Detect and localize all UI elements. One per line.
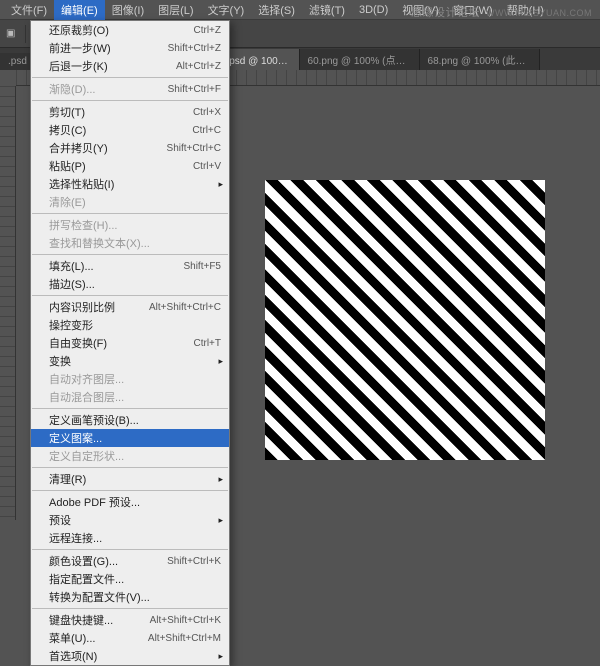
- menu-item: 自动混合图层...: [31, 388, 229, 406]
- menu-item[interactable]: 定义图案...: [31, 429, 229, 447]
- menu-item-shortcut: Ctrl+V: [193, 161, 221, 172]
- menu-item-label: 查找和替换文本(X)...: [49, 235, 221, 251]
- menu-item-label: 预设: [49, 512, 221, 528]
- menu-item-shortcut: Shift+Ctrl+Z: [168, 43, 221, 54]
- menu-item-label: 键盘快捷键...: [49, 612, 150, 628]
- menu-item-shortcut: Shift+Ctrl+F: [168, 84, 221, 95]
- menu-编辑E[interactable]: 编辑(E): [54, 0, 105, 20]
- menu-item[interactable]: 填充(L)...Shift+F5: [31, 257, 229, 275]
- menu-item: 清除(E): [31, 193, 229, 211]
- menu-item-label: 变换: [49, 353, 221, 369]
- menu-item[interactable]: 剪切(T)Ctrl+X: [31, 103, 229, 121]
- menu-item-shortcut: Ctrl+X: [193, 107, 221, 118]
- menu-item[interactable]: 拷贝(C)Ctrl+C: [31, 121, 229, 139]
- menu-item: 渐隐(D)...Shift+Ctrl+F: [31, 80, 229, 98]
- menu-item[interactable]: 菜单(U)...Alt+Shift+Ctrl+M: [31, 629, 229, 647]
- menu-item-label: 内容识别比例: [49, 299, 149, 315]
- menu-item-label: 后退一步(K): [49, 58, 176, 74]
- menu-item-label: 首选项(N): [49, 648, 221, 664]
- menu-item-label: 剪切(T): [49, 104, 193, 120]
- edit-menu-dropdown: 还原裁剪(O)Ctrl+Z前进一步(W)Shift+Ctrl+Z后退一步(K)A…: [30, 20, 230, 666]
- menu-item-label: 选择性粘贴(I): [49, 176, 221, 192]
- menu-item-shortcut: Shift+Ctrl+C: [167, 143, 221, 154]
- tool-icon: ▣: [6, 28, 15, 39]
- menu-item-label: 自动混合图层...: [49, 389, 221, 405]
- canvas-content-stripes: [265, 180, 545, 460]
- menu-item-label: 转换为配置文件(V)...: [49, 589, 221, 605]
- menu-item[interactable]: 选择性粘贴(I): [31, 175, 229, 193]
- menu-item-label: 指定配置文件...: [49, 571, 221, 587]
- menu-item-shortcut: Alt+Shift+Ctrl+K: [150, 615, 221, 626]
- menu-item-label: 定义图案...: [49, 430, 221, 446]
- menu-item-shortcut: Shift+F5: [183, 261, 221, 272]
- menu-item[interactable]: 后退一步(K)Alt+Ctrl+Z: [31, 57, 229, 75]
- menu-item[interactable]: 粘贴(P)Ctrl+V: [31, 157, 229, 175]
- menu-item-label: 菜单(U)...: [49, 630, 148, 646]
- menu-item-label: 前进一步(W): [49, 40, 168, 56]
- menu-item[interactable]: 远程连接...: [31, 529, 229, 547]
- menu-item: 查找和替换文本(X)...: [31, 234, 229, 252]
- menu-item-label: 合并拷贝(Y): [49, 140, 167, 156]
- menu-item-shortcut: Alt+Ctrl+Z: [176, 61, 221, 72]
- menu-item-label: 拷贝(C): [49, 122, 192, 138]
- menu-item-label: 自动对齐图层...: [49, 371, 221, 387]
- menu-item-label: 还原裁剪(O): [49, 22, 194, 38]
- menu-item[interactable]: 定义画笔预设(B)...: [31, 411, 229, 429]
- menu-item[interactable]: 首选项(N): [31, 647, 229, 665]
- menu-item[interactable]: 清理(R): [31, 470, 229, 488]
- menu-item[interactable]: 前进一步(W)Shift+Ctrl+Z: [31, 39, 229, 57]
- menu-滤镜T[interactable]: 滤镜(T): [302, 0, 352, 20]
- menu-item-shortcut: Ctrl+Z: [194, 25, 222, 36]
- menu-item-label: Adobe PDF 预设...: [49, 494, 221, 510]
- menu-item[interactable]: 合并拷贝(Y)Shift+Ctrl+C: [31, 139, 229, 157]
- document-tab[interactable]: 68.png @ 100% (此处...: [420, 49, 540, 70]
- menu-item[interactable]: 转换为配置文件(V)...: [31, 588, 229, 606]
- menu-图层L[interactable]: 图层(L): [151, 0, 200, 20]
- menu-item: 拼写检查(H)...: [31, 216, 229, 234]
- menu-选择S[interactable]: 选择(S): [251, 0, 302, 20]
- menu-item[interactable]: 描边(S)...: [31, 275, 229, 293]
- menu-item[interactable]: 自由变换(F)Ctrl+T: [31, 334, 229, 352]
- menu-item[interactable]: 变换: [31, 352, 229, 370]
- menu-item: 定义自定形状...: [31, 447, 229, 465]
- menu-item-label: 定义画笔预设(B)...: [49, 412, 221, 428]
- menu-item-label: 远程连接...: [49, 530, 221, 546]
- menu-item[interactable]: 还原裁剪(O)Ctrl+Z: [31, 21, 229, 39]
- menu-item[interactable]: 预设: [31, 511, 229, 529]
- menu-item-label: 粘贴(P): [49, 158, 193, 174]
- menu-item[interactable]: 内容识别比例Alt+Shift+Ctrl+C: [31, 298, 229, 316]
- menu-item[interactable]: 指定配置文件...: [31, 570, 229, 588]
- menu-文件F[interactable]: 文件(F): [4, 0, 54, 20]
- menu-item-label: 定义自定形状...: [49, 448, 221, 464]
- menu-item: 自动对齐图层...: [31, 370, 229, 388]
- menu-item-label: 描边(S)...: [49, 276, 221, 292]
- menu-图像I[interactable]: 图像(I): [105, 0, 151, 20]
- menu-item-label: 清理(R): [49, 471, 221, 487]
- menu-item-shortcut: Alt+Shift+Ctrl+M: [148, 633, 221, 644]
- menu-item-label: 清除(E): [49, 194, 221, 210]
- menu-item-label: 自由变换(F): [49, 335, 194, 351]
- ruler-vertical: [0, 86, 16, 520]
- menu-item-shortcut: Alt+Shift+Ctrl+C: [149, 302, 221, 313]
- menu-item-label: 颜色设置(G)...: [49, 553, 167, 569]
- menu-item[interactable]: Adobe PDF 预设...: [31, 493, 229, 511]
- menu-item[interactable]: 键盘快捷键...Alt+Shift+Ctrl+K: [31, 611, 229, 629]
- menu-item-shortcut: Ctrl+C: [192, 125, 221, 136]
- menu-文字Y[interactable]: 文字(Y): [201, 0, 252, 20]
- menu-3DD[interactable]: 3D(D): [352, 2, 395, 18]
- document-tab[interactable]: 60.png @ 100% (点击这个,...: [300, 49, 420, 70]
- menu-item-shortcut: Ctrl+T: [194, 338, 222, 349]
- menu-item-label: 拼写检查(H)...: [49, 217, 221, 233]
- menu-item[interactable]: 颜色设置(G)...Shift+Ctrl+K: [31, 552, 229, 570]
- menu-item-label: 渐隐(D)...: [49, 81, 168, 97]
- menu-item-label: 填充(L)...: [49, 258, 183, 274]
- menu-item-shortcut: Shift+Ctrl+K: [167, 556, 221, 567]
- menu-item[interactable]: 操控变形: [31, 316, 229, 334]
- menu-item-label: 操控变形: [49, 317, 221, 333]
- watermark: 思缘设计论坛 WWW.MISSYUAN.COM: [411, 4, 592, 20]
